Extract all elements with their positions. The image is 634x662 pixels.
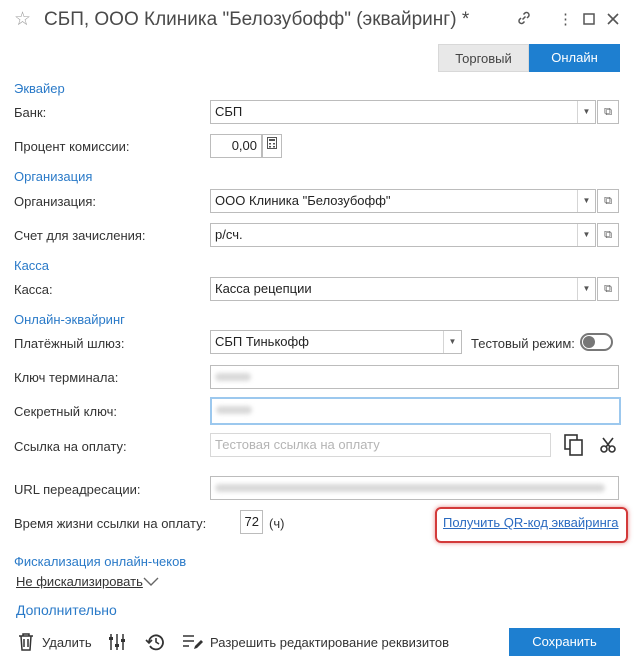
fiscalization-option[interactable]: Не фискализировать xyxy=(16,574,143,589)
dropdown-arrow-icon[interactable]: ▼ xyxy=(443,331,461,353)
window-title: СБП, ООО Клиника "Белозубофф" (эквайринг… xyxy=(44,9,470,30)
tab-trade[interactable]: Торговый xyxy=(438,44,529,72)
allow-edit-button[interactable]: Разрешить редактирование реквизитов xyxy=(210,635,449,650)
account-label: Счет для зачисления: xyxy=(14,228,146,243)
dropdown-arrow-icon[interactable]: ▼ xyxy=(577,190,595,212)
masked-value xyxy=(216,406,252,414)
delete-button[interactable]: Удалить xyxy=(42,635,92,650)
open-cashbox-button[interactable]: ⧉ xyxy=(597,277,619,301)
test-mode-label: Тестовый режим: xyxy=(471,336,575,351)
calculator-icon[interactable] xyxy=(262,134,282,158)
bank-select[interactable]: СБП ▼ xyxy=(210,100,596,124)
additional-section-link[interactable]: Дополнительно xyxy=(16,602,117,618)
gateway-label: Платёжный шлюз: xyxy=(14,336,125,351)
terminal-key-label: Ключ терминала: xyxy=(14,370,119,385)
account-value: р/сч. xyxy=(215,227,243,242)
cashbox-select[interactable]: Касса рецепции ▼ xyxy=(210,277,596,301)
redirect-url-label: URL переадресации: xyxy=(14,482,141,497)
open-account-button[interactable]: ⧉ xyxy=(597,223,619,247)
section-fiscalization: Фискализация онлайн-чеков xyxy=(14,554,187,569)
secret-key-input[interactable] xyxy=(210,397,621,425)
dropdown-arrow-icon[interactable]: ▼ xyxy=(577,224,595,246)
organization-label: Организация: xyxy=(14,194,97,209)
cashbox-label: Касса: xyxy=(14,282,53,297)
link-icon[interactable] xyxy=(516,10,532,30)
bank-value: СБП xyxy=(215,104,243,119)
payment-link-input[interactable]: Тестовая ссылка на оплату xyxy=(210,433,551,457)
dropdown-arrow-icon[interactable]: ▼ xyxy=(577,278,595,300)
redirect-url-input[interactable] xyxy=(210,476,619,500)
close-icon[interactable] xyxy=(607,12,619,29)
edit-list-icon[interactable] xyxy=(182,633,204,656)
star-icon[interactable]: ☆ xyxy=(14,8,31,31)
link-lifetime-unit: (ч) xyxy=(269,516,285,531)
open-bank-button[interactable]: ⧉ xyxy=(597,100,619,124)
dropdown-arrow-icon[interactable]: ▼ xyxy=(577,101,595,123)
save-button[interactable]: Сохранить xyxy=(509,628,620,656)
trash-icon[interactable] xyxy=(18,633,34,656)
history-icon[interactable] xyxy=(145,633,165,656)
section-acquirer: Эквайер xyxy=(14,81,65,96)
more-vert-icon[interactable]: ⋮ xyxy=(558,10,573,28)
copy-icon[interactable] xyxy=(564,434,584,459)
payment-link-label: Ссылка на оплату: xyxy=(14,439,127,454)
unlink-icon[interactable] xyxy=(599,436,617,457)
commission-input[interactable]: 0,00 xyxy=(210,134,262,158)
link-lifetime-input[interactable]: 72 xyxy=(240,510,263,534)
cashbox-value: Касса рецепции xyxy=(215,281,312,296)
get-qr-code-link[interactable]: Получить QR-код эквайринга xyxy=(443,515,618,530)
tab-online[interactable]: Онлайн xyxy=(529,44,620,72)
gateway-value: СБП Тинькофф xyxy=(215,334,309,349)
secret-key-label: Секретный ключ: xyxy=(14,404,117,419)
section-organization: Организация xyxy=(14,169,93,184)
masked-value xyxy=(215,373,251,381)
chevron-down-icon[interactable] xyxy=(143,575,159,590)
section-cashbox: Касса xyxy=(14,258,50,273)
terminal-key-input[interactable] xyxy=(210,365,619,389)
gateway-select[interactable]: СБП Тинькофф ▼ xyxy=(210,330,462,354)
link-lifetime-label: Время жизни ссылки на оплату: xyxy=(14,516,207,531)
masked-value xyxy=(215,484,605,492)
organization-select[interactable]: ООО Клиника "Белозубофф" ▼ xyxy=(210,189,596,213)
account-select[interactable]: р/сч. ▼ xyxy=(210,223,596,247)
test-mode-toggle[interactable] xyxy=(580,333,613,351)
organization-value: ООО Клиника "Белозубофф" xyxy=(215,193,391,208)
section-online-acquiring: Онлайн-эквайринг xyxy=(14,312,125,327)
payment-link-placeholder: Тестовая ссылка на оплату xyxy=(215,437,380,452)
sliders-icon[interactable] xyxy=(108,633,126,656)
bank-label: Банк: xyxy=(14,105,47,120)
commission-label: Процент комиссии: xyxy=(14,139,130,154)
open-organization-button[interactable]: ⧉ xyxy=(597,189,619,213)
maximize-icon[interactable] xyxy=(583,12,595,29)
